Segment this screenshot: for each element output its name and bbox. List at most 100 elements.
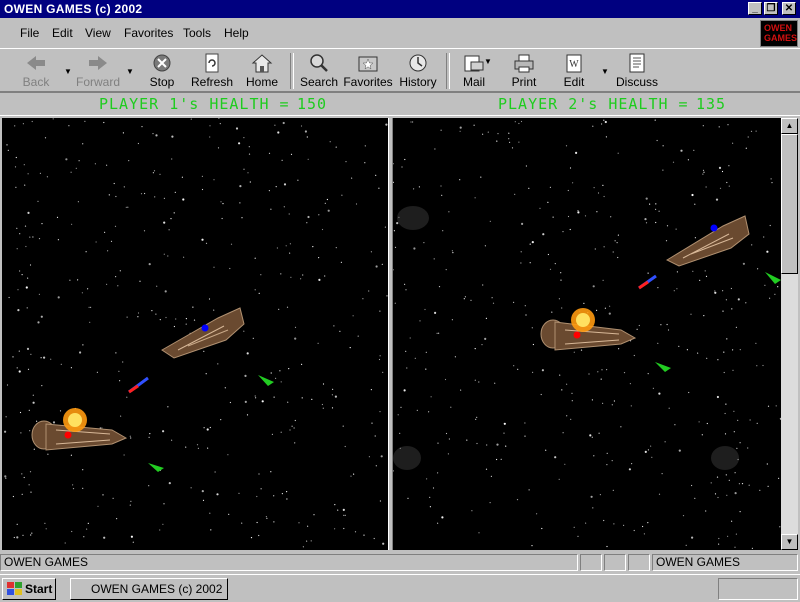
stop-label: Stop [149, 75, 175, 89]
mail-dropdown-icon[interactable]: ▼ [484, 57, 492, 66]
explosion-core [68, 413, 82, 427]
spiral-galaxy [711, 446, 739, 470]
player2-game-view[interactable] [393, 118, 781, 550]
start-label: Start [25, 582, 53, 596]
player1-health-label: PLAYER 1's HEALTH = [99, 95, 290, 113]
refresh-button[interactable]: Refresh [186, 53, 238, 89]
refresh-icon [205, 53, 219, 73]
menu-favorites[interactable]: Favorites [124, 26, 173, 40]
menu-file[interactable]: File [20, 26, 39, 40]
plasma-shot-tail [638, 280, 649, 290]
spiral-galaxy [397, 206, 429, 230]
player1-marker [573, 331, 581, 339]
scroll-down-button[interactable]: ▼ [781, 534, 798, 550]
player1-game-view[interactable] [2, 118, 388, 550]
history-label: History [399, 75, 437, 89]
favorites-icon [358, 56, 378, 72]
status-zone: OWEN GAMES [652, 554, 798, 571]
forward-arrow-icon [89, 56, 107, 70]
logo-line2: GAMES [764, 33, 798, 43]
owen-games-logo: OWEN GAMES [760, 20, 798, 47]
player-battleship [31, 408, 128, 451]
player1-marker [64, 431, 72, 439]
forward-button[interactable]: Forward [72, 53, 124, 89]
green-powerup [765, 272, 781, 284]
green-powerup [258, 375, 274, 386]
system-tray [718, 578, 798, 600]
discuss-icon [629, 53, 645, 73]
mail-label: Mail [462, 75, 485, 89]
edit-document-icon: W [566, 54, 582, 73]
favorites-button[interactable]: Favorites [342, 53, 394, 89]
minimize-button[interactable]: _ [748, 2, 762, 15]
toolbar: Back ▼ Forward ▼ Stop Refresh Home Searc… [0, 48, 800, 92]
green-powerup [148, 463, 164, 472]
player2-marker [201, 324, 209, 332]
search-icon [310, 54, 328, 72]
menu-edit[interactable]: Edit [52, 26, 73, 40]
svg-text:W: W [569, 59, 579, 70]
back-dropdown-icon[interactable]: ▼ [64, 67, 72, 76]
taskbar-window-button[interactable]: OWEN GAMES (c) 2002 [70, 578, 228, 600]
status-pane [604, 554, 626, 571]
status-bar: OWEN GAMES OWEN GAMES [0, 553, 800, 573]
player2-health-value: 135 [696, 95, 727, 113]
player1-sprites [31, 307, 274, 472]
stop-button[interactable]: Stop [136, 53, 188, 89]
explosion-core [576, 313, 590, 327]
logo-line1: OWEN [764, 23, 792, 33]
print-button[interactable]: Print [498, 53, 550, 89]
print-icon [514, 54, 534, 73]
edit-button[interactable]: W Edit [548, 53, 600, 89]
menu-bar: File Edit View Favorites Tools Help [0, 20, 760, 46]
home-icon [251, 54, 273, 73]
player1-health-value: 150 [297, 95, 328, 113]
player-battleship [540, 308, 637, 351]
status-text: OWEN GAMES [0, 554, 578, 571]
search-button[interactable]: Search [293, 53, 345, 89]
menu-view[interactable]: View [85, 26, 111, 40]
stop-icon [153, 54, 171, 72]
mail-icon [464, 55, 484, 72]
discuss-button[interactable]: Discuss [611, 53, 663, 89]
scroll-thumb[interactable] [781, 134, 798, 274]
status-pane [580, 554, 602, 571]
enemy-battleship [665, 215, 750, 267]
forward-label: Forward [75, 75, 120, 89]
windows-logo-icon [7, 582, 22, 595]
favorites-label: Favorites [343, 75, 393, 89]
taskbar: Start OWEN GAMES (c) 2002 [0, 574, 800, 602]
status-pane [628, 554, 650, 571]
close-button[interactable]: ✕ [782, 2, 796, 15]
spiral-galaxy [393, 446, 421, 470]
menu-help[interactable]: Help [224, 26, 249, 40]
search-label: Search [299, 75, 339, 89]
edit-label: Edit [563, 75, 585, 89]
print-label: Print [511, 75, 537, 89]
back-arrow-icon [27, 56, 45, 70]
edit-dropdown-icon[interactable]: ▼ [601, 67, 609, 76]
back-button[interactable]: Back [10, 53, 62, 89]
vertical-scrollbar[interactable]: ▲ ▼ [781, 118, 798, 550]
enemy-battleship [161, 307, 245, 359]
home-label: Home [245, 75, 278, 89]
scroll-up-button[interactable]: ▲ [781, 118, 798, 134]
player2-marker [710, 224, 718, 232]
restore-button[interactable]: ❐ [764, 2, 778, 15]
green-powerup [655, 362, 671, 372]
back-label: Back [22, 75, 50, 89]
player2-health-label: PLAYER 2's HEALTH = [498, 95, 689, 113]
title-bar: OWEN GAMES (c) 2002 _ ❐ ✕ [0, 0, 800, 18]
start-button[interactable]: Start [2, 578, 56, 600]
forward-dropdown-icon[interactable]: ▼ [126, 67, 134, 76]
health-bar: PLAYER 1's HEALTH = 150 PLAYER 2's HEALT… [0, 92, 800, 116]
home-button[interactable]: Home [236, 53, 288, 89]
history-icon [409, 54, 427, 72]
refresh-label: Refresh [190, 75, 234, 89]
window-title: OWEN GAMES (c) 2002 [4, 2, 143, 16]
history-button[interactable]: History [392, 53, 444, 89]
player2-sprites [393, 206, 781, 470]
discuss-label: Discuss [615, 75, 658, 89]
menu-tools[interactable]: Tools [183, 26, 211, 40]
mail-button[interactable]: Mail [448, 53, 500, 89]
